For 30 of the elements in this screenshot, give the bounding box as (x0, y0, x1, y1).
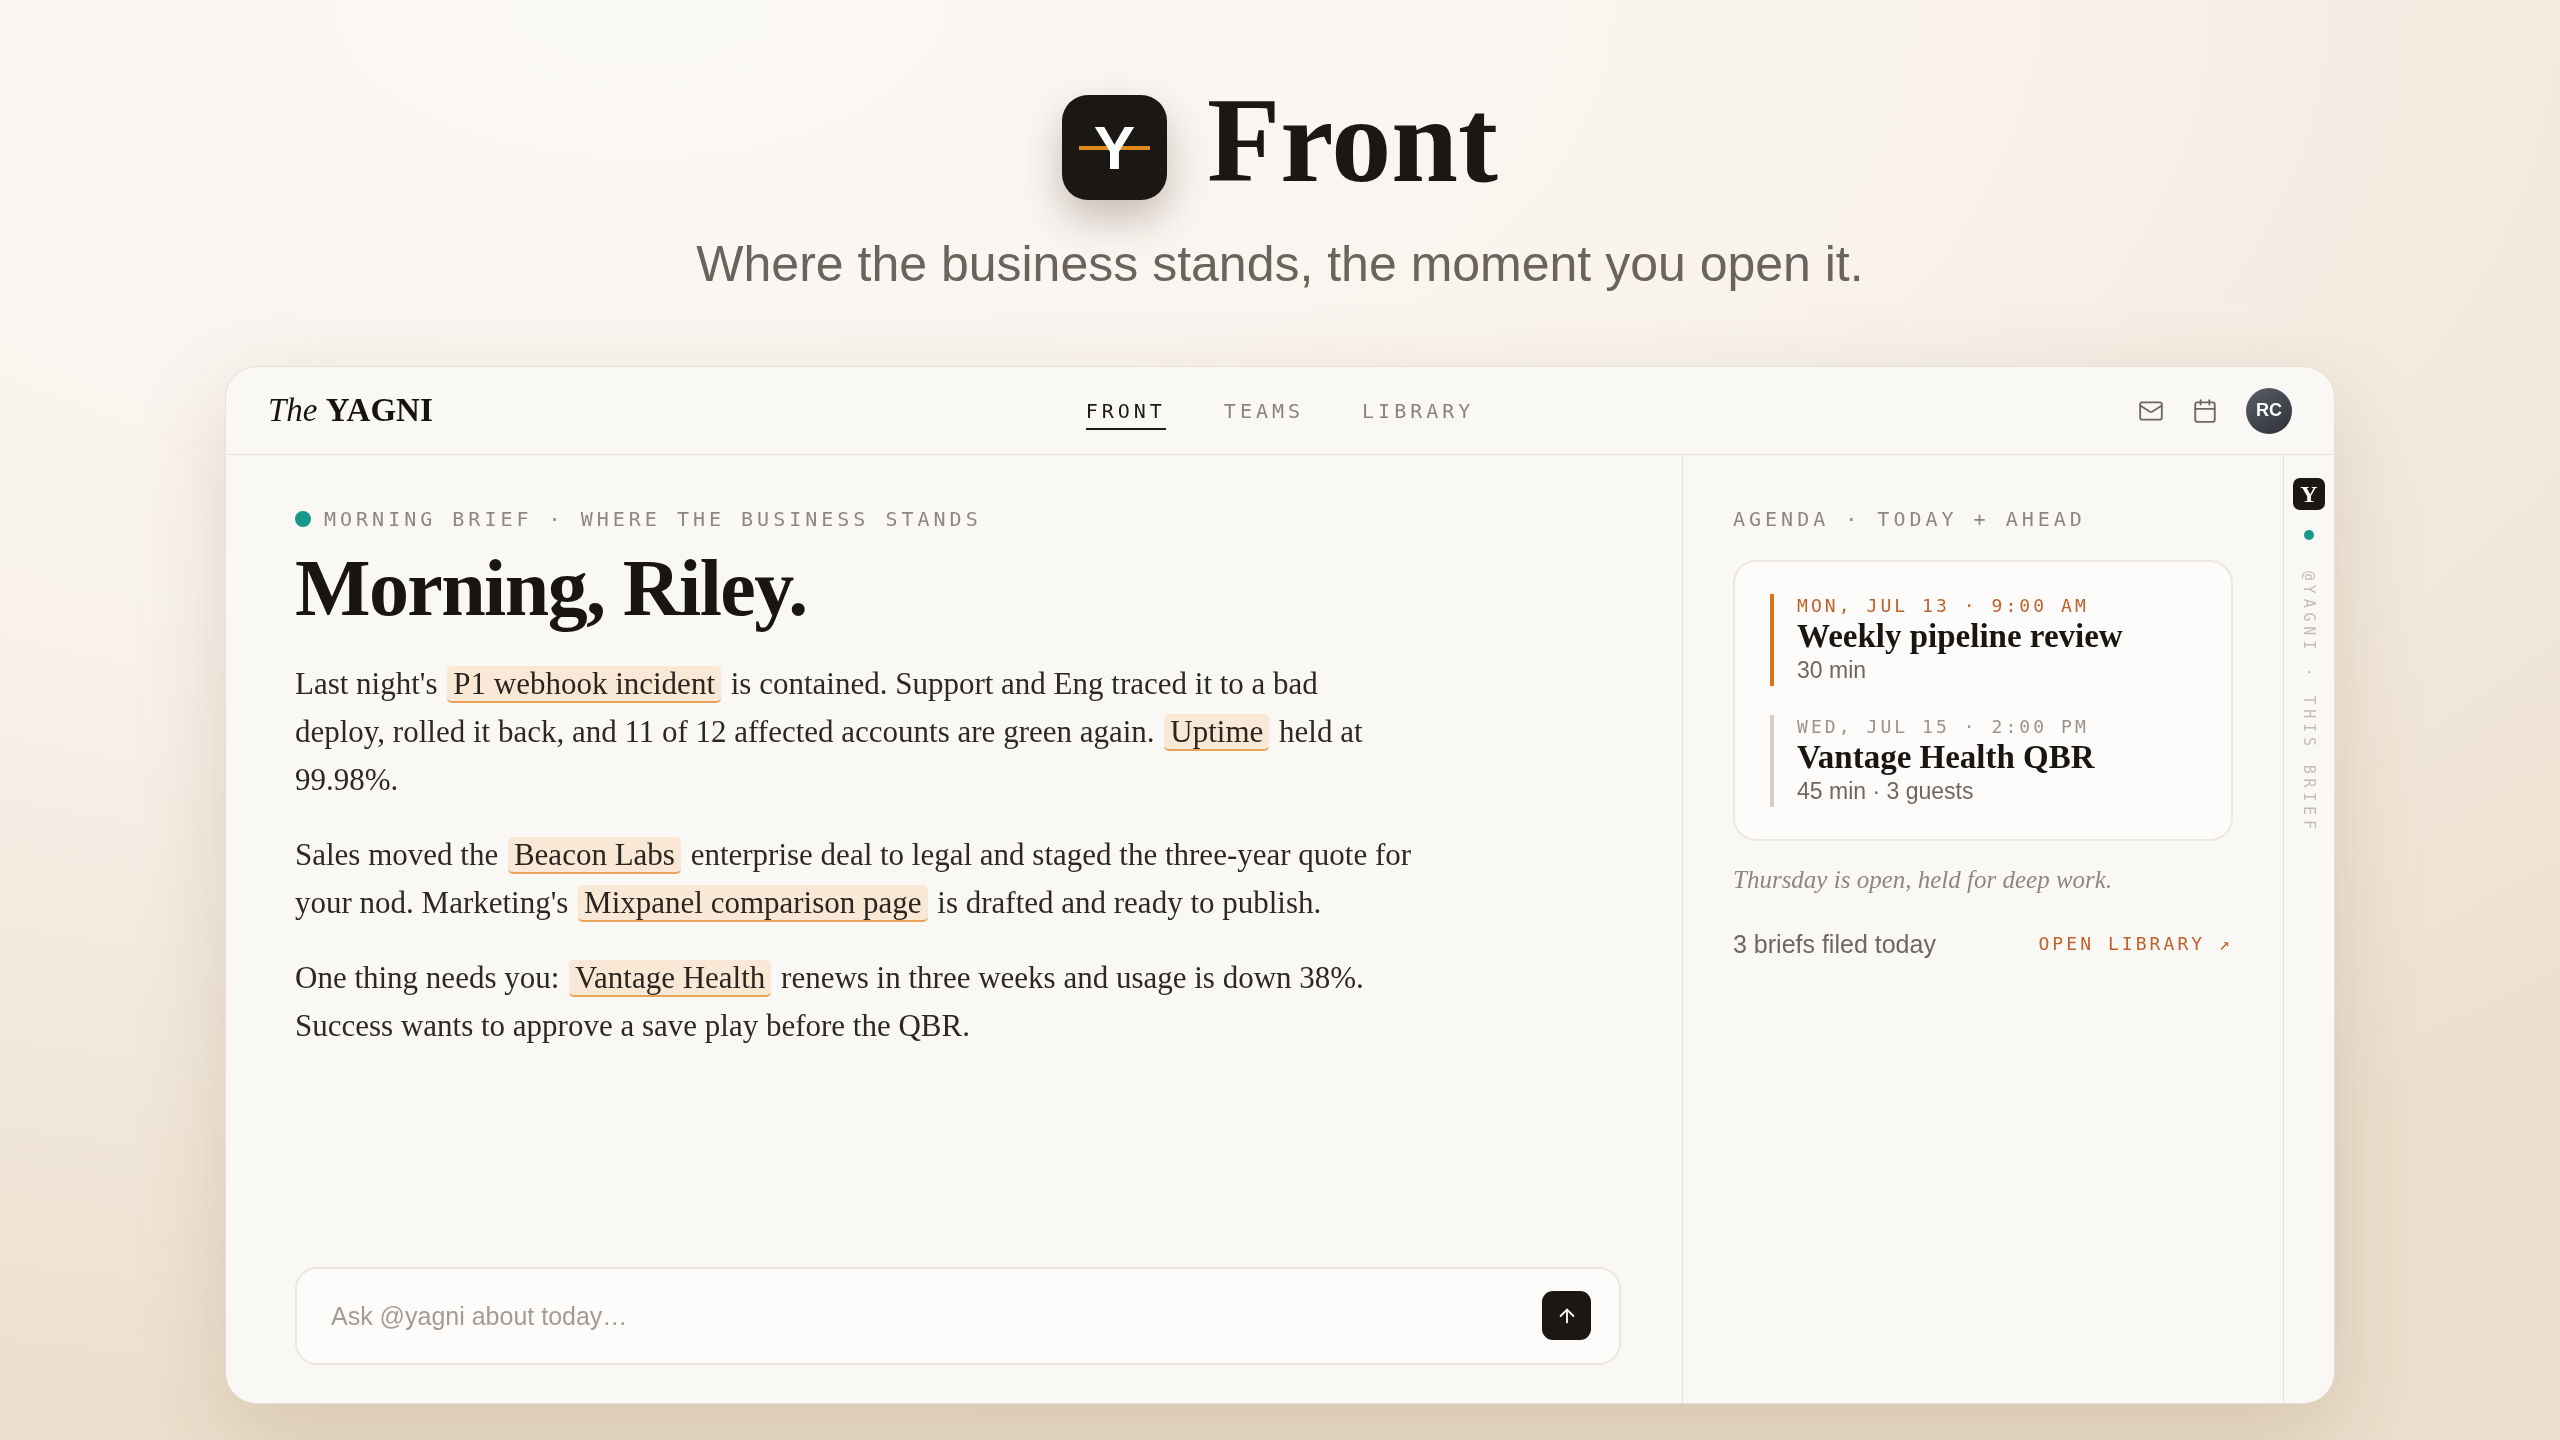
section-eyebrow: MORNING BRIEF · WHERE THE BUSINESS STANDS (324, 506, 982, 533)
event-time: MON, JUL 13 · 9:00 AM (1797, 594, 2089, 618)
event-time: WED, JUL 15 · 2:00 PM (1797, 715, 2089, 739)
calendar-icon[interactable] (2192, 397, 2218, 424)
brief-paragraph: Last night's P1 webhook incident is contained. Support and Eng traced it to a bad deploy, rolled it back, and 11 of 12 affected accounts are green again. Uptime held at 99.98%. (295, 665, 1364, 799)
entity-link[interactable]: Mixpanel comparison page (578, 885, 928, 922)
section-eyebrow: AGENDA · TODAY + AHEAD (1733, 506, 2087, 533)
user-avatar[interactable]: RC (2246, 387, 2292, 434)
rail-label: @YAGNI · THIS BRIEF (2299, 571, 2320, 834)
event-detail: 30 min (1797, 656, 1867, 685)
brief-paragraph: One thing needs you: Vantage Health renews in three weeks and usage is down 38%. Success wants to approve a save play before the QBR. (295, 959, 1365, 1045)
open-library-link[interactable]: OPEN LIBRARY ↗ (2038, 928, 2233, 960)
event-detail: 45 min · 3 guests (1797, 777, 1974, 806)
briefs-count: 3 briefs filed today (1733, 929, 1936, 960)
event-title[interactable]: Vantage Health QBR (1797, 739, 2095, 775)
nav-tab[interactable]: FRONT (1085, 391, 1166, 430)
entity-link[interactable]: P1 webhook incident (447, 666, 721, 703)
brief-paragraph: Sales moved the Beacon Labs enterprise deal to legal and staged the three-year quote for your nod. Marketing's Mixpanel comparison page is drafted and ready to publish. (295, 836, 1413, 924)
entity-link[interactable]: Uptime (1164, 714, 1270, 751)
entity-link[interactable]: Vantage Health (569, 960, 772, 997)
agenda-note: Thursday is open, held for deep work. (1733, 865, 2114, 895)
greeting-heading: Morning, Riley. (295, 546, 807, 630)
brand-wordmark[interactable]: The YAGNI (268, 394, 433, 427)
product-title: Front (1206, 80, 1499, 201)
ask-field[interactable]: Ask @yagni about today… (295, 1267, 1621, 1365)
event-title[interactable]: Weekly pipeline review (1797, 618, 2123, 654)
send-button[interactable] (1542, 1291, 1591, 1340)
tagline: Where the business stands, the moment you open it. (696, 235, 1864, 294)
entity-link[interactable]: Beacon Labs (507, 837, 681, 874)
rail-logo[interactable]: Y (2293, 478, 2325, 510)
